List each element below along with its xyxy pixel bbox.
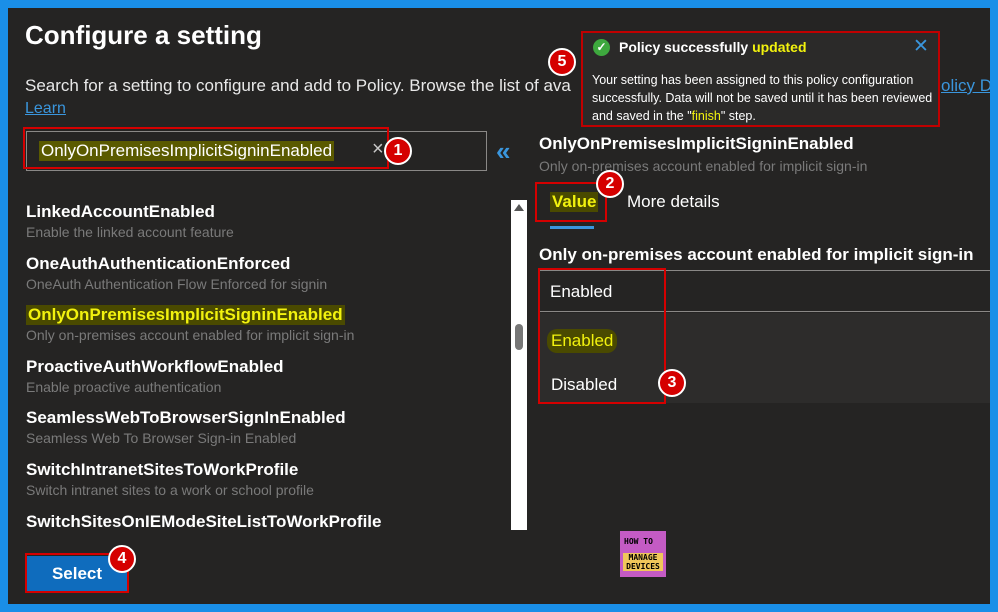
setting-description: Enable the linked account feature bbox=[26, 224, 234, 240]
annotation-badge-5: 5 bbox=[548, 48, 576, 76]
setting-name: SwitchSitesOnIEModeSiteListToWorkProfile bbox=[26, 512, 382, 531]
notification-body: Your setting has been assigned to this p… bbox=[592, 73, 933, 123]
notification-title: Policy successfully updated bbox=[619, 39, 807, 55]
configure-setting-panel: Configure a setting Search for a setting… bbox=[8, 8, 990, 604]
detail-title: OnlyOnPremisesImplicitSigninEnabled bbox=[539, 134, 854, 153]
success-check-icon: ✓ bbox=[593, 39, 610, 56]
list-item-selected[interactable]: OnlyOnPremisesImplicitSigninEnabled Only… bbox=[26, 305, 354, 343]
close-icon[interactable]: ✕ bbox=[913, 35, 929, 58]
list-item[interactable]: LinkedAccountEnabled Enable the linked a… bbox=[26, 202, 234, 240]
annotation-box-search bbox=[23, 127, 389, 169]
setting-description: Switch intranet sites to a work or schoo… bbox=[26, 482, 314, 498]
page-description: Search for a setting to configure and ad… bbox=[25, 76, 571, 95]
collapse-panel-icon[interactable]: « bbox=[496, 136, 511, 167]
setting-name: LinkedAccountEnabled bbox=[26, 202, 215, 221]
list-item[interactable]: SwitchSitesOnIEModeSiteListToWorkProfile bbox=[26, 512, 381, 532]
detail-subtitle: Only on-premises account enabled for imp… bbox=[539, 158, 868, 174]
setting-description: OneAuth Authentication Flow Enforced for… bbox=[26, 276, 328, 292]
list-item[interactable]: SeamlessWebToBrowserSignInEnabled Seamle… bbox=[26, 408, 346, 446]
annotation-badge-3: 3 bbox=[658, 369, 686, 397]
setting-description: Enable proactive authentication bbox=[26, 379, 222, 395]
active-tab-indicator bbox=[550, 226, 594, 229]
tab-more-details[interactable]: More details bbox=[627, 192, 720, 212]
annotation-badge-4: 4 bbox=[108, 545, 136, 573]
scroll-up-arrow-icon[interactable] bbox=[514, 204, 524, 211]
howto-manage-devices-logo: HOW TO MANAGE DEVICES bbox=[620, 531, 666, 577]
policy-link[interactable]: olicy D bbox=[941, 76, 990, 96]
setting-name: ProactiveAuthWorkflowEnabled bbox=[26, 357, 284, 376]
annotation-badge-2: 2 bbox=[596, 170, 624, 198]
setting-name: SeamlessWebToBrowserSignInEnabled bbox=[26, 408, 346, 427]
success-notification: ✓ Policy successfully updated ✕ Your set… bbox=[581, 31, 940, 127]
page-title: Configure a setting bbox=[25, 20, 262, 50]
annotation-box-dropdown bbox=[538, 268, 666, 404]
setting-name: OneAuthAuthenticationEnforced bbox=[26, 254, 291, 273]
settings-list: LinkedAccountEnabled Enable the linked a… bbox=[26, 200, 506, 540]
list-item[interactable]: ProactiveAuthWorkflowEnabled Enable proa… bbox=[26, 357, 284, 395]
list-scrollbar[interactable] bbox=[511, 200, 527, 530]
setting-description: Only on-premises account enabled for imp… bbox=[26, 327, 355, 343]
value-field-label: Only on-premises account enabled for imp… bbox=[539, 245, 974, 264]
learn-link[interactable]: Learn bbox=[25, 100, 66, 118]
annotation-badge-1: 1 bbox=[384, 137, 412, 165]
scrollbar-thumb[interactable] bbox=[515, 324, 523, 350]
list-item[interactable]: SwitchIntranetSitesToWorkProfile Switch … bbox=[26, 460, 314, 498]
setting-description: Seamless Web To Browser Sign-in Enabled bbox=[26, 430, 297, 446]
setting-name: OnlyOnPremisesImplicitSigninEnabled bbox=[26, 305, 345, 325]
list-item[interactable]: OneAuthAuthenticationEnforced OneAuth Au… bbox=[26, 254, 327, 292]
setting-name: SwitchIntranetSitesToWorkProfile bbox=[26, 460, 299, 479]
